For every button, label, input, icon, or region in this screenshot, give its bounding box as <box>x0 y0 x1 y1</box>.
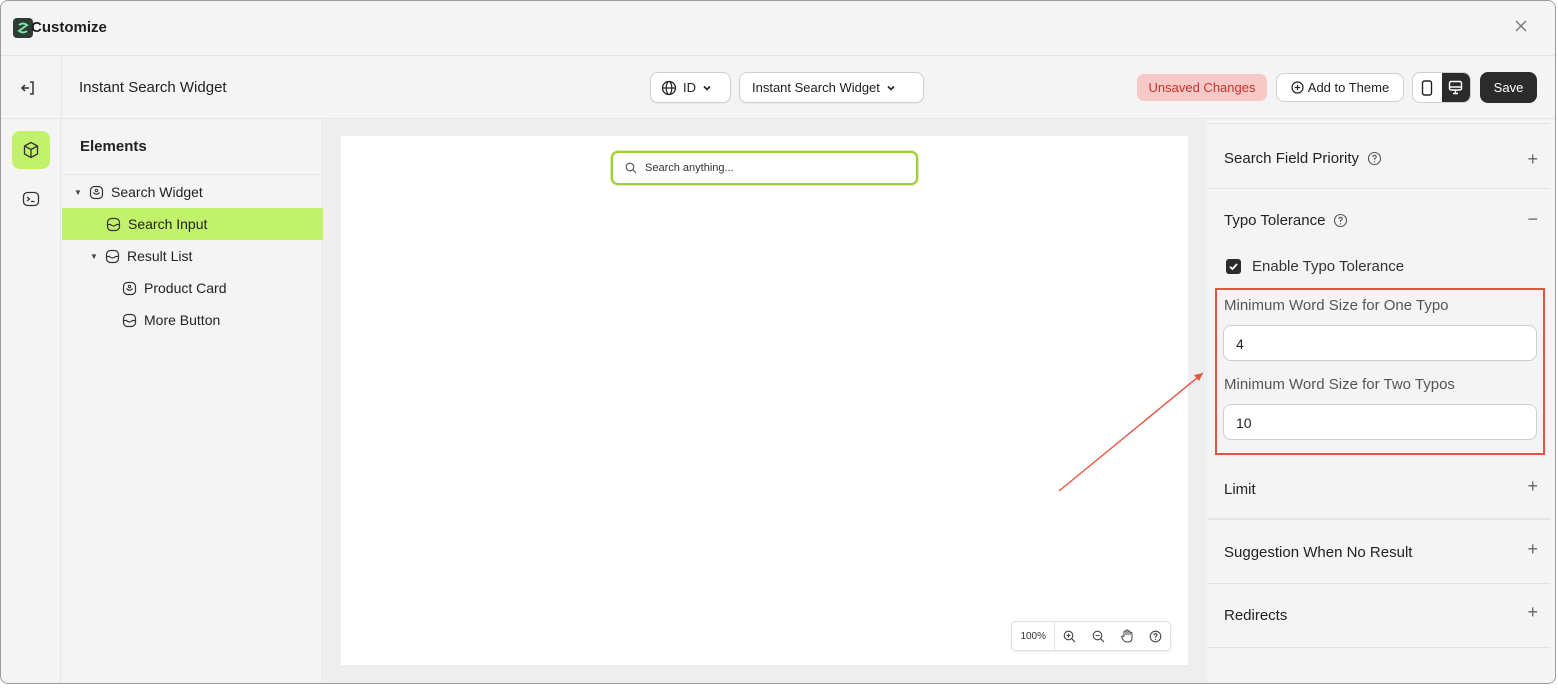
exit-icon[interactable] <box>17 77 39 99</box>
section-title-text: Search Field Priority <box>1224 150 1360 167</box>
section-title: Redirects <box>1224 607 1287 624</box>
section-redirects[interactable]: Redirects + <box>1208 584 1550 648</box>
min-word-size-one-typo-input[interactable]: 4 <box>1223 325 1537 361</box>
tree-item-more-button[interactable]: More Button <box>62 304 323 336</box>
expand-plus-icon[interactable]: + <box>1527 477 1538 495</box>
section-search-field-priority[interactable]: Search Field Priority + <box>1208 123 1550 189</box>
elements-tab-button[interactable] <box>12 131 50 169</box>
tree-item-label: Search Input <box>128 216 208 232</box>
enable-typo-tolerance-label: Enable Typo Tolerance <box>1252 258 1405 275</box>
caret-down-icon[interactable]: ▼ <box>73 188 83 197</box>
tree-item-result-list[interactable]: ▼ Result List <box>62 240 323 272</box>
collapse-minus-icon[interactable]: − <box>1527 210 1538 228</box>
section-limit[interactable]: Limit + <box>1208 457 1550 520</box>
min-word-size-two-typos-input[interactable]: 10 <box>1223 404 1537 440</box>
code-tab-button[interactable] <box>12 180 50 218</box>
chevron-down-icon <box>703 85 711 91</box>
section-title[interactable]: Typo Tolerance <box>1224 212 1348 229</box>
toolbar-divider <box>61 57 62 119</box>
section-title: Suggestion When No Result <box>1224 544 1412 561</box>
expand-plus-icon[interactable]: + <box>1527 540 1538 558</box>
customize-window: Customize Instant Search Widget ID Insta… <box>0 0 1556 684</box>
section-title-text: Limit <box>1224 481 1256 498</box>
save-button[interactable]: Save <box>1480 72 1537 103</box>
language-value: ID <box>683 80 696 95</box>
window-title: Customize <box>31 19 107 36</box>
enable-typo-tolerance-checkbox[interactable]: Enable Typo Tolerance <box>1226 258 1404 275</box>
section-suggestion-when-no-result[interactable]: Suggestion When No Result + <box>1208 520 1550 584</box>
globe-icon <box>661 80 677 95</box>
widget-icon <box>89 185 104 199</box>
zoom-toolbar: 100% <box>1011 621 1171 651</box>
min-word-size-two-typos-label: Minimum Word Size for Two Typos <box>1224 376 1455 393</box>
chevron-down-icon <box>887 85 895 91</box>
section-title-text: Redirects <box>1224 607 1288 624</box>
preview-search-placeholder: Search anything... <box>645 162 734 174</box>
section-title: Search Field Priority <box>1224 150 1382 167</box>
checkbox-checked-icon[interactable] <box>1226 259 1241 274</box>
expand-plus-icon[interactable]: + <box>1527 603 1538 621</box>
widget-icon <box>122 281 137 295</box>
desktop-icon <box>1449 80 1463 95</box>
unsaved-changes-badge: Unsaved Changes <box>1137 74 1267 101</box>
tree-item-label: Result List <box>127 248 193 264</box>
hand-pan-icon[interactable] <box>1113 622 1142 650</box>
caret-down-icon[interactable]: ▼ <box>89 252 99 261</box>
widget-name: Instant Search Widget <box>79 79 227 96</box>
preview-search-input[interactable]: Search anything... <box>611 151 918 185</box>
section-title-text: Typo Tolerance <box>1224 212 1326 229</box>
section-title-text: Suggestion When No Result <box>1224 544 1413 561</box>
preview-canvas: Search anything... 100% <box>341 136 1188 665</box>
elements-heading: Elements <box>62 119 322 175</box>
help-circle-icon[interactable] <box>1367 151 1382 166</box>
desktop-view-button[interactable] <box>1441 73 1470 102</box>
section-title: Limit <box>1224 481 1256 498</box>
block-icon <box>122 313 137 327</box>
mobile-view-button[interactable] <box>1413 73 1442 102</box>
cube-icon <box>23 141 39 159</box>
language-dropdown[interactable]: ID <box>650 72 731 103</box>
zoom-level: 100% <box>1012 622 1056 650</box>
left-rail <box>1 119 61 683</box>
zoom-in-icon[interactable] <box>1055 622 1084 650</box>
min-word-size-one-typo-label: Minimum Word Size for One Typo <box>1224 297 1449 314</box>
tree-item-label: More Button <box>144 312 221 328</box>
mobile-icon <box>1422 79 1433 96</box>
help-circle-icon[interactable] <box>1333 213 1348 228</box>
tree-item-product-card[interactable]: Product Card <box>62 272 323 304</box>
tree-item-search-input[interactable]: Search Input <box>62 208 323 240</box>
widget-dropdown[interactable]: Instant Search Widget <box>739 72 924 103</box>
help-icon[interactable] <box>1141 622 1170 650</box>
app-logo-icon <box>13 18 33 38</box>
add-to-theme-button[interactable]: Add to Theme <box>1276 73 1404 102</box>
plus-circle-icon <box>1291 81 1304 94</box>
close-icon[interactable] <box>1511 17 1531 37</box>
tree-item-search-widget[interactable]: ▼ Search Widget <box>62 176 323 208</box>
expand-plus-icon[interactable]: + <box>1527 150 1538 168</box>
add-to-theme-label: Add to Theme <box>1307 80 1390 95</box>
title-bar: Customize <box>1 1 1555 56</box>
preview-area: Search anything... 100% <box>324 119 1207 683</box>
search-icon <box>625 162 637 174</box>
block-icon <box>106 217 121 231</box>
zoom-out-icon[interactable] <box>1084 622 1113 650</box>
widget-dropdown-value: Instant Search Widget <box>752 80 880 95</box>
tree-item-label: Search Widget <box>111 184 203 200</box>
device-toggle <box>1412 72 1471 103</box>
settings-panel: Search Field Priority + Typo Tolerance −… <box>1208 119 1555 683</box>
block-icon <box>105 249 120 263</box>
elements-panel: Elements ▼ Search Widget Search Input ▼ … <box>62 119 323 683</box>
code-terminal-icon <box>22 191 40 207</box>
tree-item-label: Product Card <box>144 280 227 296</box>
